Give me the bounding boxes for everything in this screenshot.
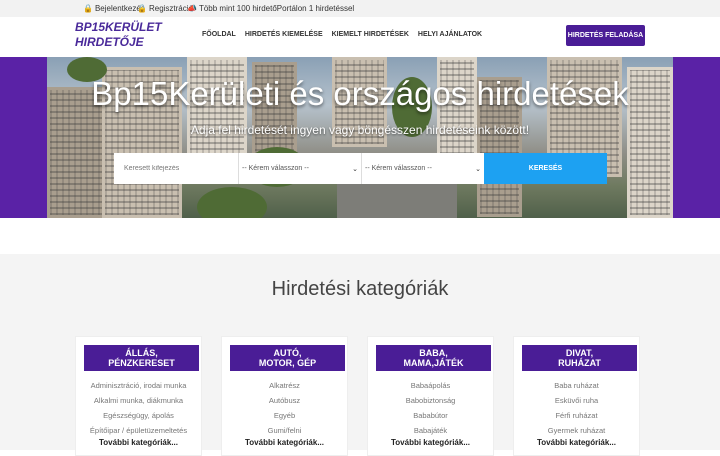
categories-heading: Hirdetési kategóriák <box>271 278 449 300</box>
search-input[interactable] <box>114 153 238 184</box>
more-categories-link[interactable]: További kategóriák... <box>222 438 347 447</box>
top-bar: 🔒 Bejelentkezés 🔒 Regisztráció 📣 Több mi… <box>0 0 720 17</box>
category-card-jobs: ÁLLÁS, PÉNZKERESET Adminisztráció, iroda… <box>75 336 202 456</box>
hero-banner: Bp15Kerületi és országos hirdetések Adja… <box>47 57 673 218</box>
subcategory-link[interactable]: Adminisztráció, irodai munka <box>76 378 201 393</box>
subcategory-link[interactable]: Egészségügy, ápolás <box>76 408 201 423</box>
chevron-down-icon: ⌄ <box>475 165 481 173</box>
subcategory-link[interactable]: Gyermek ruházat <box>514 423 639 438</box>
search-button[interactable]: KERESÉS <box>484 153 607 184</box>
chevron-down-icon: ⌄ <box>352 165 358 173</box>
location-select-value: -- Kérem válasszon -- <box>365 165 432 172</box>
category-title-button[interactable]: ÁLLÁS, PÉNZKERESET <box>84 345 199 371</box>
category-title-line: ÁLLÁS, <box>125 348 158 358</box>
hero-title: Bp15Kerületi és országos hirdetések <box>91 75 629 112</box>
lock-icon: 🔒 <box>137 3 147 13</box>
post-ad-button[interactable]: HIRDETÉS FELADÁSA <box>566 25 645 46</box>
categories-section: Hirdetési kategóriák ÁLLÁS, PÉNZKERESET … <box>0 254 720 456</box>
subcategory-link[interactable]: Bababútor <box>368 408 493 423</box>
category-title-line: BABA, <box>419 348 448 358</box>
category-title-line: PÉNZKERESET <box>108 358 175 368</box>
subcategory-link[interactable]: Baba ruházat <box>514 378 639 393</box>
promo-link[interactable]: 📣 Több mint 100 hirdetőPortálon 1 hirdet… <box>187 4 354 13</box>
more-categories-link[interactable]: További kategóriák... <box>368 438 493 447</box>
subcategory-link[interactable]: Építőipar / épületüzemeltetés <box>76 423 201 438</box>
subcategory-link[interactable]: Autóbusz <box>222 393 347 408</box>
subcategory-link[interactable]: Babobiztonság <box>368 393 493 408</box>
search-bar: -- Kérem válasszon -- ⌄ -- Kérem válassz… <box>114 153 607 184</box>
nav-local-offers[interactable]: HELYI AJÁNLATOK <box>418 31 482 38</box>
category-title-button[interactable]: AUTÓ, MOTOR, GÉP <box>230 345 345 371</box>
subcategory-list: Adminisztráció, irodai munka Alkalmi mun… <box>76 378 201 438</box>
more-categories-link[interactable]: További kategóriák... <box>76 438 201 447</box>
subcategory-link[interactable]: Alkatrész <box>222 378 347 393</box>
promo-label: Több mint 100 hirdetőPortálon 1 hirdetés… <box>198 4 355 13</box>
category-card-baby: BABA, MAMA,JÁTÉK Babaápolás Babobiztonsá… <box>367 336 494 456</box>
category-title-line: AUTÓ, <box>273 348 302 358</box>
category-title-line: MOTOR, GÉP <box>258 358 317 368</box>
subcategory-link[interactable]: Babaápolás <box>368 378 493 393</box>
subcategory-link[interactable]: Esküvői ruha <box>514 393 639 408</box>
category-card-fashion: DIVAT, RUHÁZAT Baba ruházat Esküvői ruha… <box>513 336 640 456</box>
logo-line-1: BP15KERÜLET <box>75 20 162 34</box>
subcategory-link[interactable]: Alkalmi munka, diákmunka <box>76 393 201 408</box>
megaphone-icon: 📣 <box>187 3 197 13</box>
subcategory-list: Baba ruházat Esküvői ruha Férfi ruházat … <box>514 378 639 438</box>
site-logo[interactable]: BP15KERÜLET HIRDETŐJE <box>75 20 185 50</box>
subcategory-list: Babaápolás Babobiztonság Bababútor Babaj… <box>368 378 493 438</box>
subcategory-list: Alkatrész Autóbusz Egyéb Gumi/felni <box>222 378 347 438</box>
subcategory-link[interactable]: Babajáték <box>368 423 493 438</box>
logo-line-2: HIRDETŐJE <box>75 35 144 49</box>
category-card-vehicles: AUTÓ, MOTOR, GÉP Alkatrész Autóbusz Egyé… <box>221 336 348 456</box>
nav-ad-highlight[interactable]: HIRDETÉS KIEMELÉSE <box>245 31 323 38</box>
category-title-line: MAMA,JÁTÉK <box>403 358 464 368</box>
nav-home[interactable]: FŐOLDAL <box>202 31 236 38</box>
more-categories-link[interactable]: További kategóriák... <box>514 438 639 447</box>
login-link[interactable]: 🔒 Bejelentkezés <box>83 4 145 13</box>
lock-icon: 🔒 <box>83 3 93 13</box>
location-select[interactable]: -- Kérem válasszon -- ⌄ <box>361 153 484 184</box>
category-title-button[interactable]: DIVAT, RUHÁZAT <box>522 345 637 371</box>
category-title-line: DIVAT, <box>565 348 594 358</box>
subcategory-link[interactable]: Férfi ruházat <box>514 408 639 423</box>
hero-subtitle: Adja fel hirdetését ingyen vagy böngéssz… <box>190 123 530 137</box>
category-title-line: RUHÁZAT <box>558 358 601 368</box>
nav-featured-ads[interactable]: KIEMELT HIRDETÉSEK <box>332 31 409 38</box>
subcategory-link[interactable]: Egyéb <box>222 408 347 423</box>
site-header: BP15KERÜLET HIRDETŐJE FŐOLDAL HIRDETÉS K… <box>0 17 720 57</box>
main-nav: FŐOLDAL HIRDETÉS KIEMELÉSE KIEMELT HIRDE… <box>202 31 491 38</box>
category-select[interactable]: -- Kérem válasszon -- ⌄ <box>238 153 361 184</box>
subcategory-link[interactable]: Gumi/felni <box>222 423 347 438</box>
category-title-button[interactable]: BABA, MAMA,JÁTÉK <box>376 345 491 371</box>
register-link[interactable]: 🔒 Regisztráció <box>137 4 193 13</box>
category-select-value: -- Kérem válasszon -- <box>242 165 309 172</box>
